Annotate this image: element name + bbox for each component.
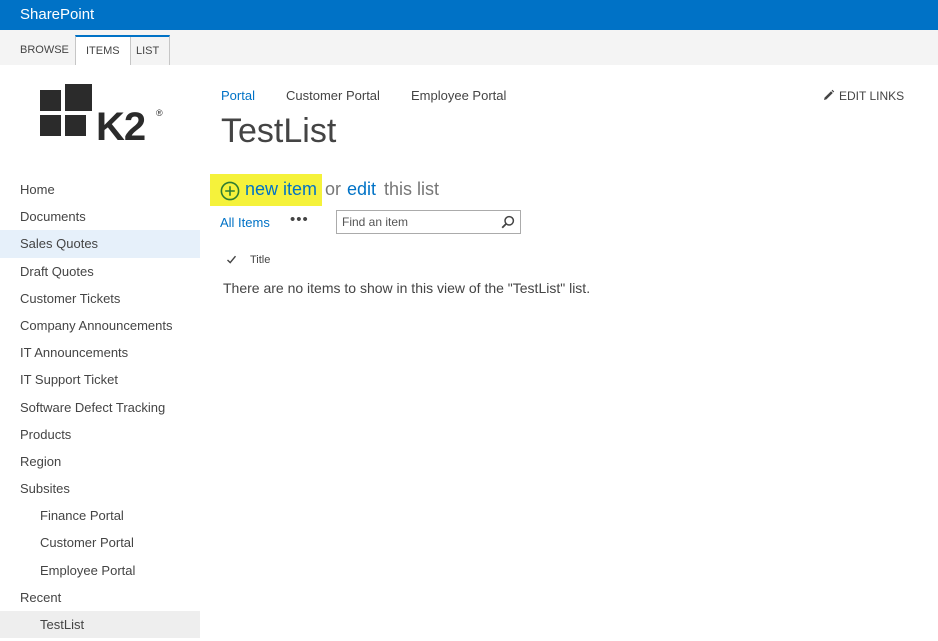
view-all-items[interactable]: All Items [220, 215, 270, 230]
suite-bar: SharePoint [0, 0, 938, 30]
nav-item-sales-quotes[interactable]: Sales Quotes [0, 230, 200, 258]
nav-item-draft-quotes[interactable]: Draft Quotes [0, 258, 200, 285]
add-circle-icon[interactable] [220, 181, 240, 201]
nav-item-testlist[interactable]: TestList [0, 611, 200, 639]
nav-item-subsites[interactable]: Subsites [0, 475, 200, 502]
ribbon-tabs: BROWSE ITEMS LIST [0, 30, 938, 65]
edit-links-label: EDIT LINKS [839, 89, 905, 103]
nav-item-employee-portal[interactable]: Employee Portal [0, 557, 200, 584]
empty-list-message: There are no items to show in this view … [223, 280, 591, 296]
top-nav-customer-portal[interactable]: Customer Portal [286, 88, 380, 103]
select-all-check-icon[interactable] [226, 254, 237, 265]
nav-item-finance-portal[interactable]: Finance Portal [0, 502, 200, 529]
search-input[interactable] [337, 211, 497, 233]
nav-item-recent[interactable]: Recent [0, 584, 200, 611]
top-nav-employee-portal[interactable]: Employee Portal [411, 88, 506, 103]
page-title: TestList [221, 112, 337, 150]
nav-item-software-defect-tracking[interactable]: Software Defect Tracking [0, 394, 200, 421]
top-nav-portal[interactable]: Portal [221, 88, 255, 103]
nav-item-customer-tickets[interactable]: Customer Tickets [0, 285, 200, 312]
nav-item-products[interactable]: Products [0, 421, 200, 448]
logo-text: K2 [96, 105, 146, 149]
column-header-title[interactable]: Title [250, 254, 270, 266]
logo-square [40, 115, 61, 136]
or-text: or [325, 179, 342, 199]
logo-square [65, 84, 92, 111]
nav-item-home[interactable]: Home [0, 176, 200, 203]
tab-list[interactable]: LIST [126, 35, 171, 65]
site-logo[interactable]: K2 ® [40, 84, 165, 150]
nav-item-company-announcements[interactable]: Company Announcements [0, 312, 200, 339]
edit-links-button[interactable]: EDIT LINKS [822, 89, 904, 103]
tab-browse[interactable]: BROWSE [10, 35, 79, 65]
more-views-button[interactable]: ••• [290, 211, 309, 228]
nav-item-documents[interactable]: Documents [0, 203, 200, 230]
tab-items[interactable]: ITEMS [75, 35, 131, 65]
logo-registered-mark: ® [156, 108, 163, 118]
nav-item-it-support-ticket[interactable]: IT Support Ticket [0, 366, 200, 393]
suite-bar-brand[interactable]: SharePoint [20, 6, 94, 23]
new-item-link[interactable]: new item [245, 179, 317, 200]
nav-item-customer-portal[interactable]: Customer Portal [0, 529, 200, 556]
logo-square [40, 90, 61, 111]
this-list-text: this list [384, 179, 440, 199]
search-box [336, 210, 521, 234]
nav-item-region[interactable]: Region [0, 448, 200, 475]
search-icon[interactable] [501, 215, 515, 229]
quick-launch: Home Documents Sales Quotes Draft Quotes… [0, 176, 200, 639]
logo-square [65, 115, 86, 136]
nav-item-it-announcements[interactable]: IT Announcements [0, 339, 200, 366]
edit-list-link[interactable]: edit [347, 179, 376, 200]
pencil-icon [824, 89, 835, 100]
